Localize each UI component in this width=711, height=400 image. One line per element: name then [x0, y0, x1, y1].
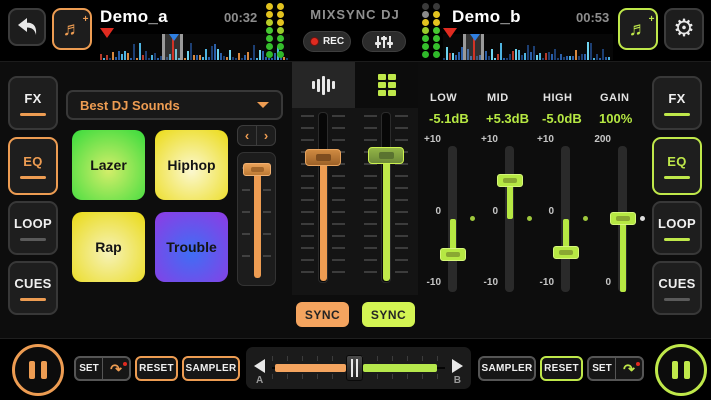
eq-channel-gain: GAIN 100% 200 0: [595, 92, 651, 302]
sample-bank-pager: ‹ ›: [237, 125, 276, 146]
redo-arrow-icon: ↷: [623, 362, 635, 376]
deck-b-cue-jump-button[interactable]: ↷: [616, 358, 642, 379]
deck-a-title: Demo_a: [100, 7, 168, 27]
eq-zero-dot: [640, 216, 645, 221]
music-note-add-icon: ♬+: [63, 20, 82, 39]
eq-zero-dot: [527, 216, 532, 221]
deck-b-pitch-stem: [383, 160, 390, 281]
eq-channel-low: LOW -5.1dB +10 0 -10: [425, 92, 481, 302]
sidebar-b-fx[interactable]: FX: [652, 76, 702, 130]
back-icon: [16, 17, 38, 37]
sampler-grid-icon: [378, 74, 396, 96]
sidebar-b-eq[interactable]: EQ: [652, 137, 702, 195]
eq-zero-dot: [470, 216, 475, 221]
gear-icon: ⚙: [673, 17, 695, 41]
deck-b-waveform[interactable]: [443, 34, 613, 60]
eq-mid-slider[interactable]: [505, 146, 514, 292]
pause-icon: [29, 361, 35, 379]
deck-b-library-button[interactable]: ♬+: [618, 8, 658, 50]
sidebar-b-cues[interactable]: CUES: [652, 261, 702, 315]
eq-high-value: -5.0dB: [542, 111, 582, 126]
deck-b-sampler-button[interactable]: SAMPLER: [478, 356, 536, 381]
dropdown-caret-icon: [257, 102, 269, 108]
sample-pad-hiphop[interactable]: Hiphop: [155, 130, 228, 200]
crossfade-left-icon[interactable]: [254, 359, 265, 373]
deck-a-time: 00:32: [224, 10, 257, 25]
sample-pad-lazer[interactable]: Lazer: [72, 130, 145, 200]
deck-b-playhead[interactable]: [463, 34, 484, 60]
deck-a-library-button[interactable]: ♬+: [52, 8, 92, 50]
top-bar: ♬+ Demo_a 00:32 MIXSYNC DJ REC Demo_b 00…: [0, 0, 711, 62]
deck-b-set-group: SET ↷: [587, 356, 644, 381]
sample-pack-value: Best DJ Sounds: [80, 98, 257, 113]
sidebar-a-eq[interactable]: EQ: [8, 137, 58, 195]
back-button[interactable]: [8, 8, 46, 46]
crossfader-a-label: A: [256, 375, 263, 386]
deck-b-vu-meter: [422, 3, 440, 58]
crossfader-a-level: [275, 364, 346, 372]
deck-b-time: 00:53: [576, 10, 609, 25]
deck-a-cue-jump-button[interactable]: ↷: [103, 358, 129, 379]
eq-mid-handle[interactable]: [497, 174, 523, 187]
deck-b-pause-button[interactable]: [655, 344, 707, 396]
music-note-add-icon: ♬+: [629, 20, 648, 39]
sample-pack-select[interactable]: Best DJ Sounds: [66, 90, 283, 120]
rec-dot-icon: [310, 37, 319, 46]
redo-arrow-icon: ↷: [110, 362, 122, 376]
crossfade-right-icon[interactable]: [452, 359, 463, 373]
mixer-sliders-icon: [374, 35, 394, 49]
mixer-panel-button[interactable]: [362, 31, 406, 52]
sidebar-b-loop[interactable]: LOOP: [652, 201, 702, 255]
deck-a-pause-button[interactable]: [12, 344, 64, 396]
eq-high-handle[interactable]: [553, 246, 579, 259]
deck-b-title: Demo_b: [452, 7, 521, 27]
deck-b-pitch-handle[interactable]: [368, 147, 404, 164]
deck-a-waveform[interactable]: [100, 34, 290, 60]
eq-gain-value: 100%: [599, 111, 632, 126]
deck-b-sync-button[interactable]: SYNC: [362, 302, 415, 327]
sampler-volume-handle[interactable]: [243, 163, 271, 176]
deck-b-set-button[interactable]: SET: [589, 358, 615, 379]
chevron-left-icon[interactable]: ‹: [238, 126, 256, 145]
tab-pitch-faders[interactable]: [292, 62, 355, 108]
eq-channel-mid: MID +5.3dB +10 0 -10: [482, 92, 538, 302]
chevron-right-icon[interactable]: ›: [257, 126, 275, 145]
deck-a-playhead[interactable]: [162, 34, 183, 60]
tab-sampler-grid[interactable]: [355, 62, 418, 108]
sidebar-a-cues[interactable]: CUES: [8, 261, 58, 315]
eq-channel-high: HIGH -5.0dB +10 0 -10: [538, 92, 594, 302]
mixsync-dj-app: ♬+ Demo_a 00:32 MIXSYNC DJ REC Demo_b 00…: [0, 0, 711, 400]
deck-a-pitch-stem: [320, 162, 327, 281]
deck-a-sampler-button[interactable]: SAMPLER: [182, 356, 240, 381]
sample-pad-rap[interactable]: Rap: [72, 212, 145, 282]
deck-a-set-group: SET ↷: [74, 356, 131, 381]
waveform-tab-icon: [312, 76, 335, 95]
deck-a-pitch-handle[interactable]: [305, 149, 341, 166]
record-button[interactable]: REC: [303, 31, 351, 52]
app-title: MIXSYNC DJ: [300, 7, 410, 22]
deck-a-set-button[interactable]: SET: [76, 358, 102, 379]
crossfader-b-level: [363, 364, 437, 372]
crossfader: A B: [246, 347, 471, 389]
sidebar-a-loop[interactable]: LOOP: [8, 201, 58, 255]
eq-low-value: -5.1dB: [429, 111, 469, 126]
deck-a-cue-marker-icon: [100, 28, 114, 38]
deck-a-sync-button[interactable]: SYNC: [296, 302, 349, 327]
pause-icon: [672, 361, 678, 379]
settings-button[interactable]: ⚙: [664, 8, 704, 50]
deck-a-reset-button[interactable]: RESET: [135, 356, 178, 381]
sidebar-a-fx[interactable]: FX: [8, 76, 58, 130]
deck-b-cue-marker-icon: [443, 28, 457, 38]
eq-low-handle[interactable]: [440, 248, 466, 261]
crossfader-b-label: B: [454, 375, 461, 386]
sampler-volume-stem: [254, 171, 261, 278]
sample-pad-trouble[interactable]: Trouble: [155, 212, 228, 282]
eq-zero-dot: [583, 216, 588, 221]
eq-mid-value: +5.3dB: [486, 111, 529, 126]
deck-b-reset-button[interactable]: RESET: [540, 356, 583, 381]
crossfader-handle[interactable]: [346, 355, 363, 381]
deck-a-vu-meter: [266, 3, 284, 58]
rec-label: REC: [323, 36, 344, 47]
eq-gain-handle[interactable]: [610, 212, 636, 225]
